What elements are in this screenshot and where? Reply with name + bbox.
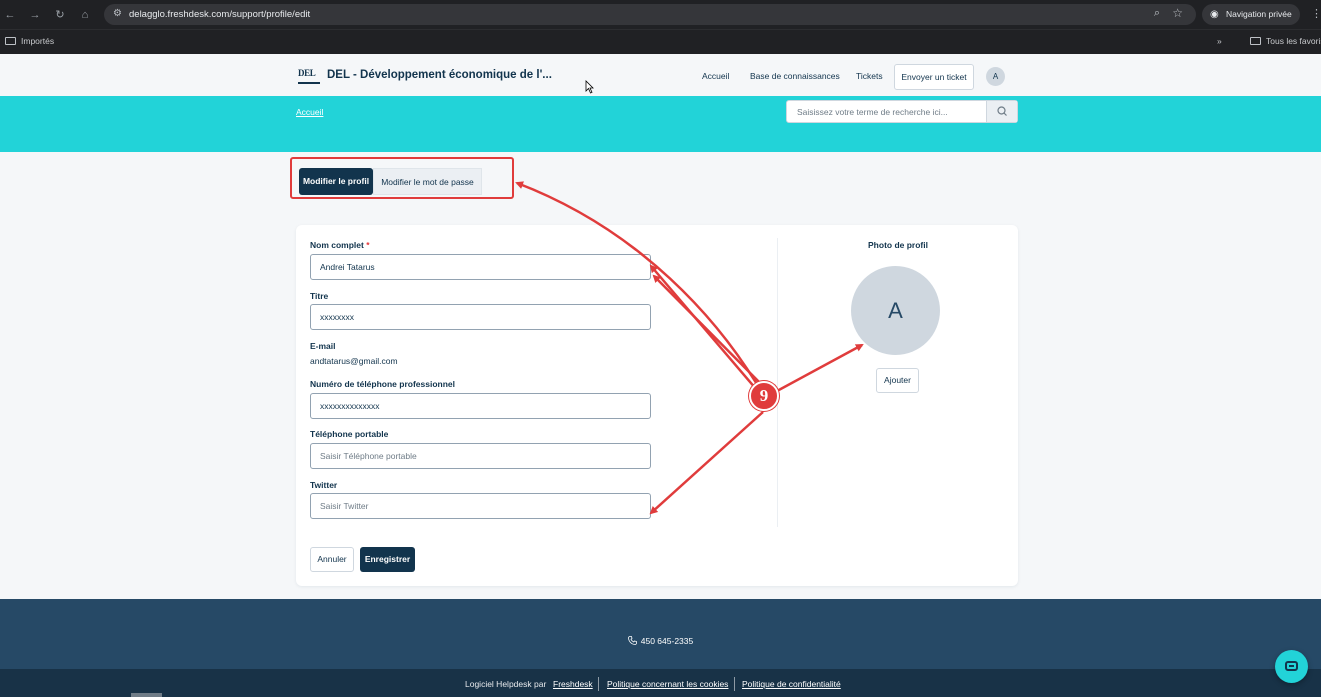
browser-toolbar: ← → ↻ ⌂ ⚙ delagglo.freshdesk.com/support… [0,0,1321,29]
bookmark-star-icon[interactable]: ☆ [1172,6,1183,20]
mobile-phone-input[interactable] [310,443,651,469]
portal-title[interactable]: DEL - Développement économique de l'... [327,69,552,81]
nav-home[interactable]: Accueil [702,71,729,81]
email-label: E-mail [310,341,336,351]
footer-phone-number: 450 645-2335 [640,636,694,646]
add-photo-button[interactable]: Ajouter [876,368,919,393]
bookmark-all-label: Tous les favoris [1266,36,1321,46]
home-icon[interactable]: ⌂ [78,8,92,22]
full-name-label-text: Nom complet [310,240,364,250]
step-number-badge: 9 [749,381,779,411]
cancel-button[interactable]: Annuler [310,547,354,572]
incognito-icon: ◉ [1210,9,1219,20]
tab-edit-profile[interactable]: Modifier le profil [299,168,373,195]
freshdesk-link[interactable]: Freshdesk [553,679,593,689]
footer-bottom: Logiciel Helpdesk par Freshdesk Politiqu… [0,669,1321,697]
user-avatar[interactable]: A [986,67,1005,86]
tab-change-password[interactable]: Modifier le mot de passe [373,168,482,195]
card-divider [777,238,778,527]
portal-header: DEL DEL - Développement économique de l'… [0,54,1321,96]
chat-icon [1285,661,1298,671]
twitter-input[interactable] [310,493,651,519]
twitter-label: Twitter [310,480,338,490]
work-phone-input[interactable] [310,393,651,419]
hero-banner: Accueil [0,96,1321,152]
footer-phone[interactable]: 450 645-2335 [0,636,1321,646]
work-phone-label: Numéro de téléphone professionnel [310,379,455,389]
search-input[interactable] [787,101,987,122]
footer-separator [734,677,735,691]
full-name-label: Nom complet * [310,240,370,250]
bookmarks-overflow-icon[interactable]: » [1217,36,1222,46]
search-box [786,100,1018,123]
folder-icon [1250,37,1261,45]
mouse-cursor-icon [585,80,594,94]
nav-knowledge-base[interactable]: Base de connaissances [750,71,840,81]
full-name-input[interactable] [310,254,651,280]
back-icon[interactable]: ← [3,8,17,22]
forward-icon[interactable]: → [28,8,42,22]
incognito-indicator[interactable]: ◉ Navigation privée [1202,4,1300,25]
required-mark: * [366,240,370,250]
powered-by-text: Logiciel Helpdesk par [465,679,547,689]
bookmark-folder-imported[interactable]: Importés [5,36,54,46]
phone-icon [627,636,637,645]
title-input[interactable] [310,304,651,330]
submit-ticket-button[interactable]: Envoyer un ticket [894,64,974,90]
horizontal-scrollbar-thumb[interactable] [131,693,162,697]
incognito-label: Navigation privée [1226,9,1292,19]
reload-icon[interactable]: ↻ [53,8,67,22]
portal-logo[interactable]: DEL [298,68,320,84]
profile-photo-label: Photo de profil [868,240,928,250]
url-text[interactable]: delagglo.freshdesk.com/support/profile/e… [129,9,310,20]
browser-menu-icon[interactable]: ⋮ [1311,7,1321,20]
bookmarks-bar: Importés » Tous les favoris [0,29,1321,54]
nav-tickets[interactable]: Tickets [856,71,883,81]
site-settings-icon[interactable]: ⚙ [113,8,122,19]
search-icon [997,106,1007,116]
folder-icon [5,37,16,45]
privacy-policy-link[interactable]: Politique de confidentialité [742,679,841,689]
address-bar[interactable]: ⚙ delagglo.freshdesk.com/support/profile… [104,4,1196,25]
cookies-policy-link[interactable]: Politique concernant les cookies [607,679,728,689]
zoom-icon[interactable]: ⌕ [1154,7,1160,20]
footer-separator [598,677,599,691]
breadcrumb-home[interactable]: Accueil [296,107,323,117]
email-value: andtatarus@gmail.com [310,356,398,366]
save-button[interactable]: Enregistrer [360,547,415,572]
footer: 450 645-2335 [0,599,1321,669]
bookmark-imported-label: Importés [21,36,55,46]
title-label: Titre [310,291,329,301]
chat-widget-button[interactable] [1275,650,1308,683]
mobile-phone-label: Téléphone portable [310,429,389,439]
profile-photo-avatar: A [851,266,940,355]
search-button[interactable] [986,101,1017,122]
bookmark-folder-all[interactable]: Tous les favoris [1250,36,1321,46]
